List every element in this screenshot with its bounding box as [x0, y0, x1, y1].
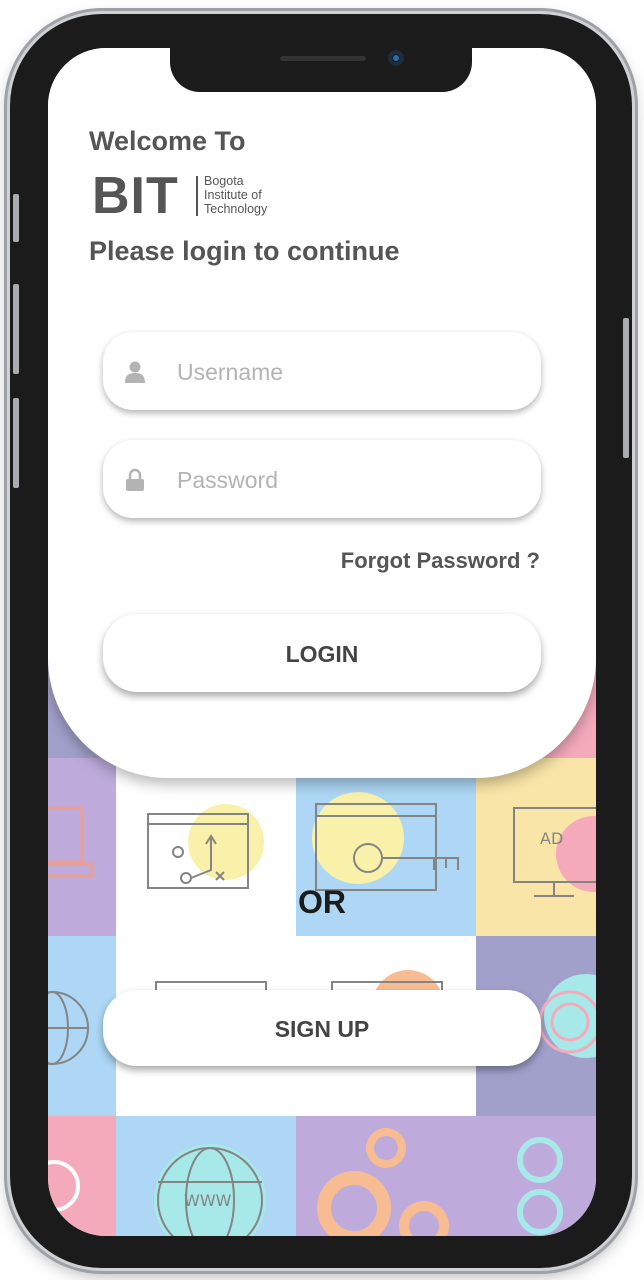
- logo-subtitle: Bogota Institute of Technology: [204, 174, 304, 216]
- or-divider: OR: [298, 884, 346, 920]
- username-input[interactable]: [175, 350, 519, 394]
- username-field[interactable]: [103, 332, 541, 410]
- volume-up-button: [13, 284, 19, 374]
- silent-switch: [13, 194, 19, 242]
- lock-icon: [126, 468, 144, 491]
- password-field[interactable]: [103, 440, 541, 518]
- logo-divider: [196, 176, 198, 216]
- login-subtitle: Please login to continue: [89, 236, 400, 266]
- login-button[interactable]: LOGIN: [103, 614, 541, 692]
- power-button: [623, 318, 629, 458]
- front-camera: [388, 50, 404, 66]
- login-card: Welcome To BIT Bogota Institute of Techn…: [48, 48, 596, 778]
- password-input[interactable]: [175, 458, 519, 502]
- welcome-heading: Welcome To: [89, 126, 246, 156]
- logo-line: Institute of: [204, 188, 262, 202]
- signup-button[interactable]: SIGN UP: [103, 990, 541, 1066]
- logo-line: Bogota: [204, 174, 244, 188]
- logo-line: Technology: [204, 202, 268, 216]
- forgot-password-link[interactable]: Forgot Password ?: [341, 548, 540, 574]
- bit-logo: BIT Bogota Institute of Technology: [92, 167, 292, 225]
- screen: AD WWW Welcome To BIT Bogota Institute o…: [48, 48, 596, 1236]
- notch: [170, 48, 472, 92]
- user-icon: [125, 361, 145, 383]
- volume-down-button: [13, 398, 19, 488]
- earpiece-speaker: [280, 56, 366, 61]
- logo-mark: BIT: [92, 167, 179, 225]
